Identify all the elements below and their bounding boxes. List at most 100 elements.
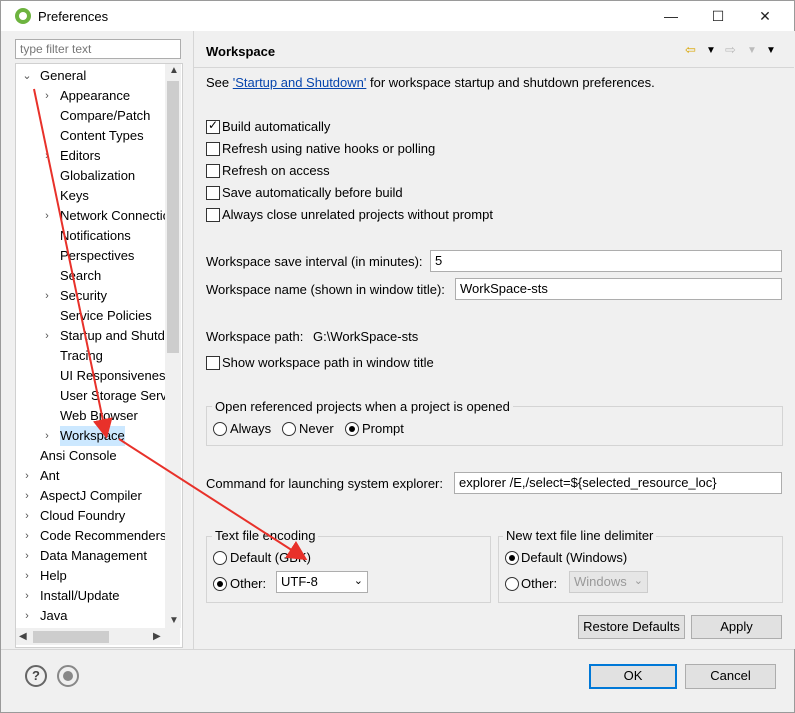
chevron-right-icon[interactable]: › <box>42 146 52 166</box>
tree-item-editors[interactable]: Editors <box>60 146 100 166</box>
delimiter-group-label: New text file line delimiter <box>503 528 657 543</box>
open-ref-always-label: Always <box>230 421 272 436</box>
scroll-right-icon[interactable]: ▶ <box>153 631 161 642</box>
checkbox-build-automatically[interactable] <box>206 118 220 134</box>
delimiter-default-radio[interactable] <box>505 551 519 565</box>
maximize-button[interactable]: ☐ <box>703 5 733 27</box>
startup-shutdown-link[interactable]: 'Startup and Shutdown' <box>233 75 367 90</box>
encoding-other-radio[interactable] <box>213 577 227 591</box>
checkbox-refresh-on-access[interactable] <box>206 164 220 178</box>
spring-app-icon <box>15 8 31 24</box>
tree-item-keys[interactable]: Keys <box>60 186 89 206</box>
preferences-dialog: Preferences — ☐ ✕ type filter text ⌄ Gene… <box>0 0 795 713</box>
help-icon[interactable]: ? <box>25 665 47 687</box>
chevron-right-icon[interactable]: › <box>42 426 52 446</box>
forward-dropdown-icon[interactable]: ▼ <box>747 45 757 56</box>
checkbox-always-close-unrelated-projects-without-prompt[interactable] <box>206 208 220 222</box>
tree-item-web-browser[interactable]: Web Browser <box>60 406 138 426</box>
see-prefix: See <box>206 75 233 90</box>
tree-item-ansi-console[interactable]: Ansi Console <box>40 446 117 466</box>
scroll-down-icon[interactable]: ▼ <box>169 615 179 626</box>
checkbox-refresh-using-native-hooks-or-polling[interactable] <box>206 142 220 156</box>
checkbox-save-automatically-before-build[interactable] <box>206 186 220 200</box>
scroll-up-icon[interactable]: ▲ <box>169 65 179 76</box>
tree-item-workspace[interactable]: Workspace <box>60 426 125 446</box>
delimiter-select[interactable]: Windows ⌄ <box>569 571 648 593</box>
tree-item-perspectives[interactable]: Perspectives <box>60 246 134 266</box>
tree-item-security[interactable]: Security <box>60 286 107 306</box>
restore-defaults-button[interactable]: Restore Defaults <box>578 615 685 639</box>
save-interval-label: Workspace save interval (in minutes): <box>206 254 423 269</box>
encoding-default-radio[interactable] <box>213 551 227 565</box>
tree-item-ant[interactable]: Ant <box>40 466 60 486</box>
tree-item-content-types[interactable]: Content Types <box>60 126 144 146</box>
preferences-tree[interactable]: ⌄ General › Appearance Compare/Patch Content … <box>15 63 183 648</box>
delimiter-select-value: Windows <box>574 574 627 589</box>
chevron-right-icon[interactable]: › <box>22 546 32 566</box>
tree-item-startup-and-shutd[interactable]: Startup and Shutd <box>60 326 165 346</box>
chevron-right-icon[interactable]: › <box>22 486 32 506</box>
chevron-right-icon[interactable]: › <box>22 586 32 606</box>
chevron-down-icon[interactable]: ⌄ <box>22 66 32 86</box>
back-dropdown-icon[interactable]: ▼ <box>706 45 716 56</box>
chevron-right-icon[interactable]: › <box>22 566 32 586</box>
tree-item-appearance[interactable]: Appearance <box>60 86 130 106</box>
tree-item-java[interactable]: Java <box>40 606 67 626</box>
tree-item-code-recommenders[interactable]: Code Recommenders <box>40 526 166 546</box>
open-ref-never-label: Never <box>299 421 334 436</box>
command-input[interactable]: explorer /E,/select=${selected_resource_… <box>454 472 782 494</box>
tree-item-globalization[interactable]: Globalization <box>60 166 135 186</box>
chevron-right-icon[interactable]: › <box>22 506 32 526</box>
close-button[interactable]: ✕ <box>750 5 780 27</box>
show-path-checkbox[interactable] <box>206 356 220 370</box>
open-ref-always-radio[interactable] <box>213 422 227 436</box>
back-arrow-icon[interactable]: ⇦ <box>685 42 696 58</box>
forward-arrow-icon[interactable]: ⇨ <box>725 42 736 58</box>
command-label: Command for launching system explorer: <box>206 476 443 491</box>
chevron-right-icon[interactable]: › <box>22 466 32 486</box>
encoding-select[interactable]: UTF-8 ⌄ <box>276 571 368 593</box>
chevron-right-icon[interactable]: › <box>42 86 52 106</box>
chevron-right-icon[interactable]: › <box>42 286 52 306</box>
tree-item-service-policies[interactable]: Service Policies <box>60 306 152 326</box>
tree-item-install-update[interactable]: Install/Update <box>40 586 120 606</box>
view-menu-icon[interactable]: ▼ <box>766 45 776 56</box>
tree-item-compare-patch[interactable]: Compare/Patch <box>60 106 150 126</box>
tree-vertical-scroll-thumb[interactable] <box>167 81 179 353</box>
tree-item-search[interactable]: Search <box>60 266 101 286</box>
checkbox-label: Build automatically <box>222 119 331 134</box>
ok-button[interactable]: OK <box>589 664 677 689</box>
chevron-right-icon[interactable]: › <box>22 526 32 546</box>
chevron-right-icon[interactable]: › <box>42 206 52 226</box>
chevron-right-icon[interactable]: › <box>42 326 52 346</box>
tree-item-cloud-foundry[interactable]: Cloud Foundry <box>40 506 125 526</box>
delimiter-other-radio[interactable] <box>505 577 519 591</box>
apply-button[interactable]: Apply <box>691 615 782 639</box>
minimize-button[interactable]: — <box>656 5 686 27</box>
workspace-name-input[interactable]: WorkSpace-sts <box>455 278 782 300</box>
tree-item-tracing[interactable]: Tracing <box>60 346 103 366</box>
cancel-button[interactable]: Cancel <box>685 664 776 689</box>
header-divider <box>194 67 794 68</box>
encoding-group-label: Text file encoding <box>212 528 319 543</box>
tree-item-general[interactable]: General <box>40 66 86 86</box>
delimiter-default-label: Default (Windows) <box>521 550 628 565</box>
open-ref-prompt-radio[interactable] <box>345 422 359 436</box>
chevron-down-icon: ⌄ <box>633 575 643 587</box>
chevron-right-icon[interactable]: › <box>22 606 32 626</box>
tree-item-network-connectio[interactable]: Network Connectio <box>60 206 170 226</box>
tree-item-data-management[interactable]: Data Management <box>40 546 147 566</box>
save-interval-input[interactable]: 5 <box>430 250 782 272</box>
preference-import-icon[interactable] <box>57 665 79 687</box>
tree-item-help[interactable]: Help <box>40 566 67 586</box>
tree-item-notifications[interactable]: Notifications <box>60 226 131 246</box>
open-ref-never-radio[interactable] <box>282 422 296 436</box>
tree-item-user-storage-serv[interactable]: User Storage Serv <box>60 386 167 406</box>
filter-input[interactable]: type filter text <box>15 39 181 59</box>
tree-item-ui-responsiveness[interactable]: UI Responsiveness <box>60 366 172 386</box>
open-ref-prompt-label: Prompt <box>362 421 404 436</box>
see-suffix: for workspace startup and shutdown prefe… <box>366 75 655 90</box>
tree-item-aspectj-compiler[interactable]: AspectJ Compiler <box>40 486 142 506</box>
scroll-left-icon[interactable]: ◀ <box>19 631 27 642</box>
tree-horizontal-scroll-thumb[interactable] <box>33 631 109 643</box>
